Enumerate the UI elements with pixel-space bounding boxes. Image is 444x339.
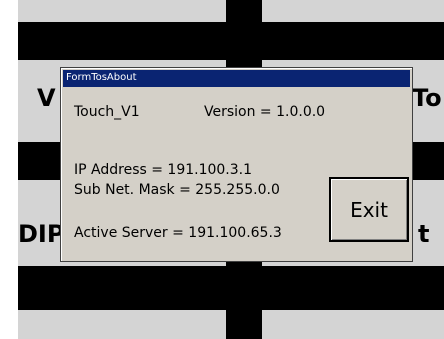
background-panel [262,0,444,22]
background-label-left-top: V [37,84,56,112]
version-text: Version = 1.0.0.0 [204,104,326,120]
exit-button[interactable]: Exit [329,177,409,242]
active-server-text: Active Server = 191.100.65.3 [74,225,282,241]
about-dialog: FormTosAbout Touch_V1 Version = 1.0.0.0 … [60,67,413,262]
app-name: Touch_V1 [74,104,140,120]
background-panel [18,0,226,22]
background-panel [18,310,226,339]
subnet-mask-text: Sub Net. Mask = 255.255.0.0 [74,182,280,198]
background-label-left-bottom: DIP [18,220,65,248]
background-panel [262,310,444,339]
screen: V To DIP t FormTosAbout Touch_V1 Version… [0,0,444,339]
background-label-right-top: To [412,84,442,112]
background-label-right-bottom: t [418,220,430,248]
dialog-title: FormTosAbout [66,72,137,83]
dialog-titlebar[interactable]: FormTosAbout [63,70,410,87]
ip-address-text: IP Address = 191.100.3.1 [74,162,253,178]
